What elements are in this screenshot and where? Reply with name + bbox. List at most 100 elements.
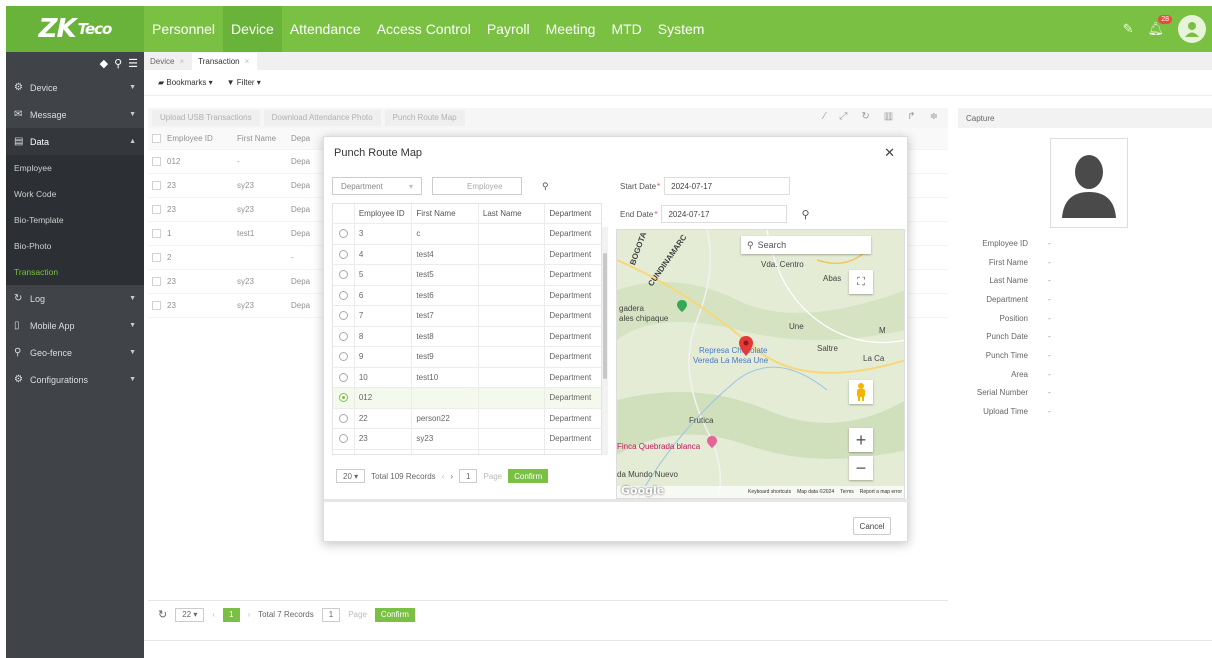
page-size-select[interactable]: 22 ▾	[175, 607, 205, 622]
employee-cell: 24	[355, 449, 413, 454]
zoom-in-button[interactable]: +	[849, 428, 873, 452]
map-label: Finca Quebrada blanca	[617, 442, 701, 451]
confirm-page-button[interactable]: Confirm	[374, 607, 415, 622]
refresh-icon[interactable]: ↻	[158, 608, 167, 621]
employee-row[interactable]: 8 test8 Department	[333, 326, 601, 347]
confirm-page-button[interactable]: Confirm	[508, 469, 549, 483]
employee-radio[interactable]	[338, 229, 348, 239]
close-icon[interactable]: ×	[245, 57, 250, 66]
employee-cell: test4	[412, 244, 479, 264]
terms-link[interactable]: Terms	[840, 489, 854, 495]
map-label: Une	[789, 322, 804, 331]
close-icon[interactable]: ×	[179, 57, 184, 66]
employee-row[interactable]: 012 Department	[333, 388, 601, 409]
employee-row[interactable]: 10 test10 Department	[333, 367, 601, 388]
log-icon: ↻	[14, 293, 23, 304]
capture-field: Serial Number -	[976, 388, 1051, 398]
menu-device[interactable]: Device	[223, 6, 282, 52]
tab-device[interactable]: Device ×	[144, 53, 192, 70]
zkteco-logo[interactable]: ZK Teco	[6, 6, 144, 52]
department-select[interactable]: Department ▾	[332, 177, 422, 195]
search-icon: ⚲	[747, 239, 754, 250]
employee-cell: Department	[549, 311, 592, 321]
sidebar-item-log[interactable]: ↻ Log ▼	[6, 285, 144, 312]
capture-field: Position -	[999, 313, 1051, 323]
map-search-box[interactable]: ⚲ Search	[741, 236, 871, 254]
next-page-button[interactable]: ›	[248, 610, 251, 619]
sidebar-item-geo-fence[interactable]: ⚲ Geo-fence ▼	[6, 339, 144, 366]
menu-mtd[interactable]: MTD	[603, 6, 649, 52]
employee-input[interactable]: Employee	[432, 177, 522, 195]
menu-attendance[interactable]: Attendance	[282, 6, 369, 52]
employee-radio[interactable]	[338, 372, 348, 382]
user-avatar[interactable]	[1178, 15, 1206, 43]
search-icon[interactable]: ⚲	[542, 181, 549, 192]
bell-icon[interactable]: 🔔︎ 28	[1147, 15, 1172, 37]
search-icon[interactable]: ⚲	[114, 57, 122, 70]
capture-photo	[1050, 138, 1128, 228]
search-icon[interactable]: ⚲	[801, 208, 809, 221]
menu-payroll[interactable]: Payroll	[479, 6, 538, 52]
page-size-select[interactable]: 20 ▾	[336, 469, 366, 483]
tab-transaction[interactable]: Transaction ×	[192, 53, 258, 70]
employee-row[interactable]: 7 test7 Department	[333, 306, 601, 327]
list-icon[interactable]: ☰	[128, 57, 138, 70]
tag-icon[interactable]: ◆	[100, 57, 108, 70]
sidebar-sub-employee[interactable]: Employee	[6, 155, 144, 181]
keyboard-shortcuts-link[interactable]: Keyboard shortcuts	[748, 489, 791, 495]
sidebar-item-device[interactable]: ⚙ Device ▼	[6, 74, 144, 101]
sidebar-sub-bio-photo[interactable]: Bio-Photo	[6, 233, 144, 259]
filter-button[interactable]: ▼ Filter ▾	[227, 78, 261, 87]
employee-radio[interactable]	[338, 352, 348, 362]
employee-cell	[479, 306, 546, 326]
sidebar-sub-bio-template[interactable]: Bio-Template	[6, 207, 144, 233]
employee-row[interactable]: 22 person22 Department	[333, 408, 601, 429]
employee-row[interactable]: 5 test5 Department	[333, 265, 601, 286]
page-input[interactable]: 1	[458, 469, 478, 483]
edit-icon[interactable]: ✎	[1123, 21, 1134, 37]
employee-radio[interactable]	[338, 331, 348, 341]
sidebar-sub-transaction[interactable]: Transaction	[6, 259, 144, 285]
bookmarks-button[interactable]: ▰ Bookmarks ▾	[158, 78, 213, 87]
employee-row[interactable]: 23 sy23 Department	[333, 429, 601, 450]
cancel-button[interactable]: Cancel	[853, 517, 891, 535]
menu-meeting[interactable]: Meeting	[538, 6, 604, 52]
employee-table-scrollbar[interactable]	[602, 227, 608, 455]
employee-radio[interactable]	[338, 249, 348, 259]
next-page-button[interactable]: ›	[450, 472, 453, 481]
employee-radio[interactable]	[338, 270, 348, 280]
end-date-input[interactable]: 2024-07-17	[661, 205, 788, 223]
location-pin-icon[interactable]	[739, 336, 753, 356]
employee-row[interactable]: 4 test4 Department	[333, 244, 601, 265]
sidebar-sub-work-code[interactable]: Work Code	[6, 181, 144, 207]
start-date-input[interactable]: 2024-07-17	[664, 177, 791, 195]
prev-page-button[interactable]: ‹	[212, 610, 215, 619]
employee-radio[interactable]	[338, 393, 348, 403]
employee-radio[interactable]	[338, 290, 348, 300]
employee-cell: test8	[412, 326, 479, 346]
menu-personnel[interactable]: Personnel	[144, 6, 223, 52]
close-icon[interactable]: ✕	[884, 145, 895, 161]
sidebar-item-mobile-app[interactable]: ▯ Mobile App ▼	[6, 312, 144, 339]
street-view-pegman[interactable]	[849, 380, 873, 404]
current-page[interactable]: 1	[223, 607, 240, 622]
fullscreen-button[interactable]: ⛶	[849, 270, 873, 294]
menu-access-control[interactable]: Access Control	[369, 6, 479, 52]
route-map[interactable]: BOGOTA CUNDINAMARC ⚲ Search Vda. Centro A…	[616, 229, 905, 499]
sidebar-item-message[interactable]: ✉ Message ▼	[6, 101, 144, 128]
employee-radio[interactable]	[338, 311, 348, 321]
map-label: La Ca	[863, 354, 885, 363]
employee-row[interactable]: 3 c Department	[333, 224, 601, 245]
sidebar-item-data[interactable]: ▤ Data ▲	[6, 128, 144, 155]
report-error-link[interactable]: Report a map error	[860, 489, 902, 495]
employee-row[interactable]: 9 test9 Department	[333, 347, 601, 368]
employee-row[interactable]: 6 test6 Department	[333, 285, 601, 306]
employee-row[interactable]: 2412 Department	[333, 449, 601, 454]
page-input[interactable]: 1	[321, 607, 341, 622]
sidebar-item-configurations[interactable]: ⚙ Configurations ▼	[6, 366, 144, 393]
employee-radio[interactable]	[338, 413, 348, 423]
menu-system[interactable]: System	[650, 6, 713, 52]
zoom-out-button[interactable]: −	[849, 456, 873, 480]
employee-radio[interactable]	[338, 434, 348, 444]
prev-page-button[interactable]: ‹	[442, 472, 445, 481]
